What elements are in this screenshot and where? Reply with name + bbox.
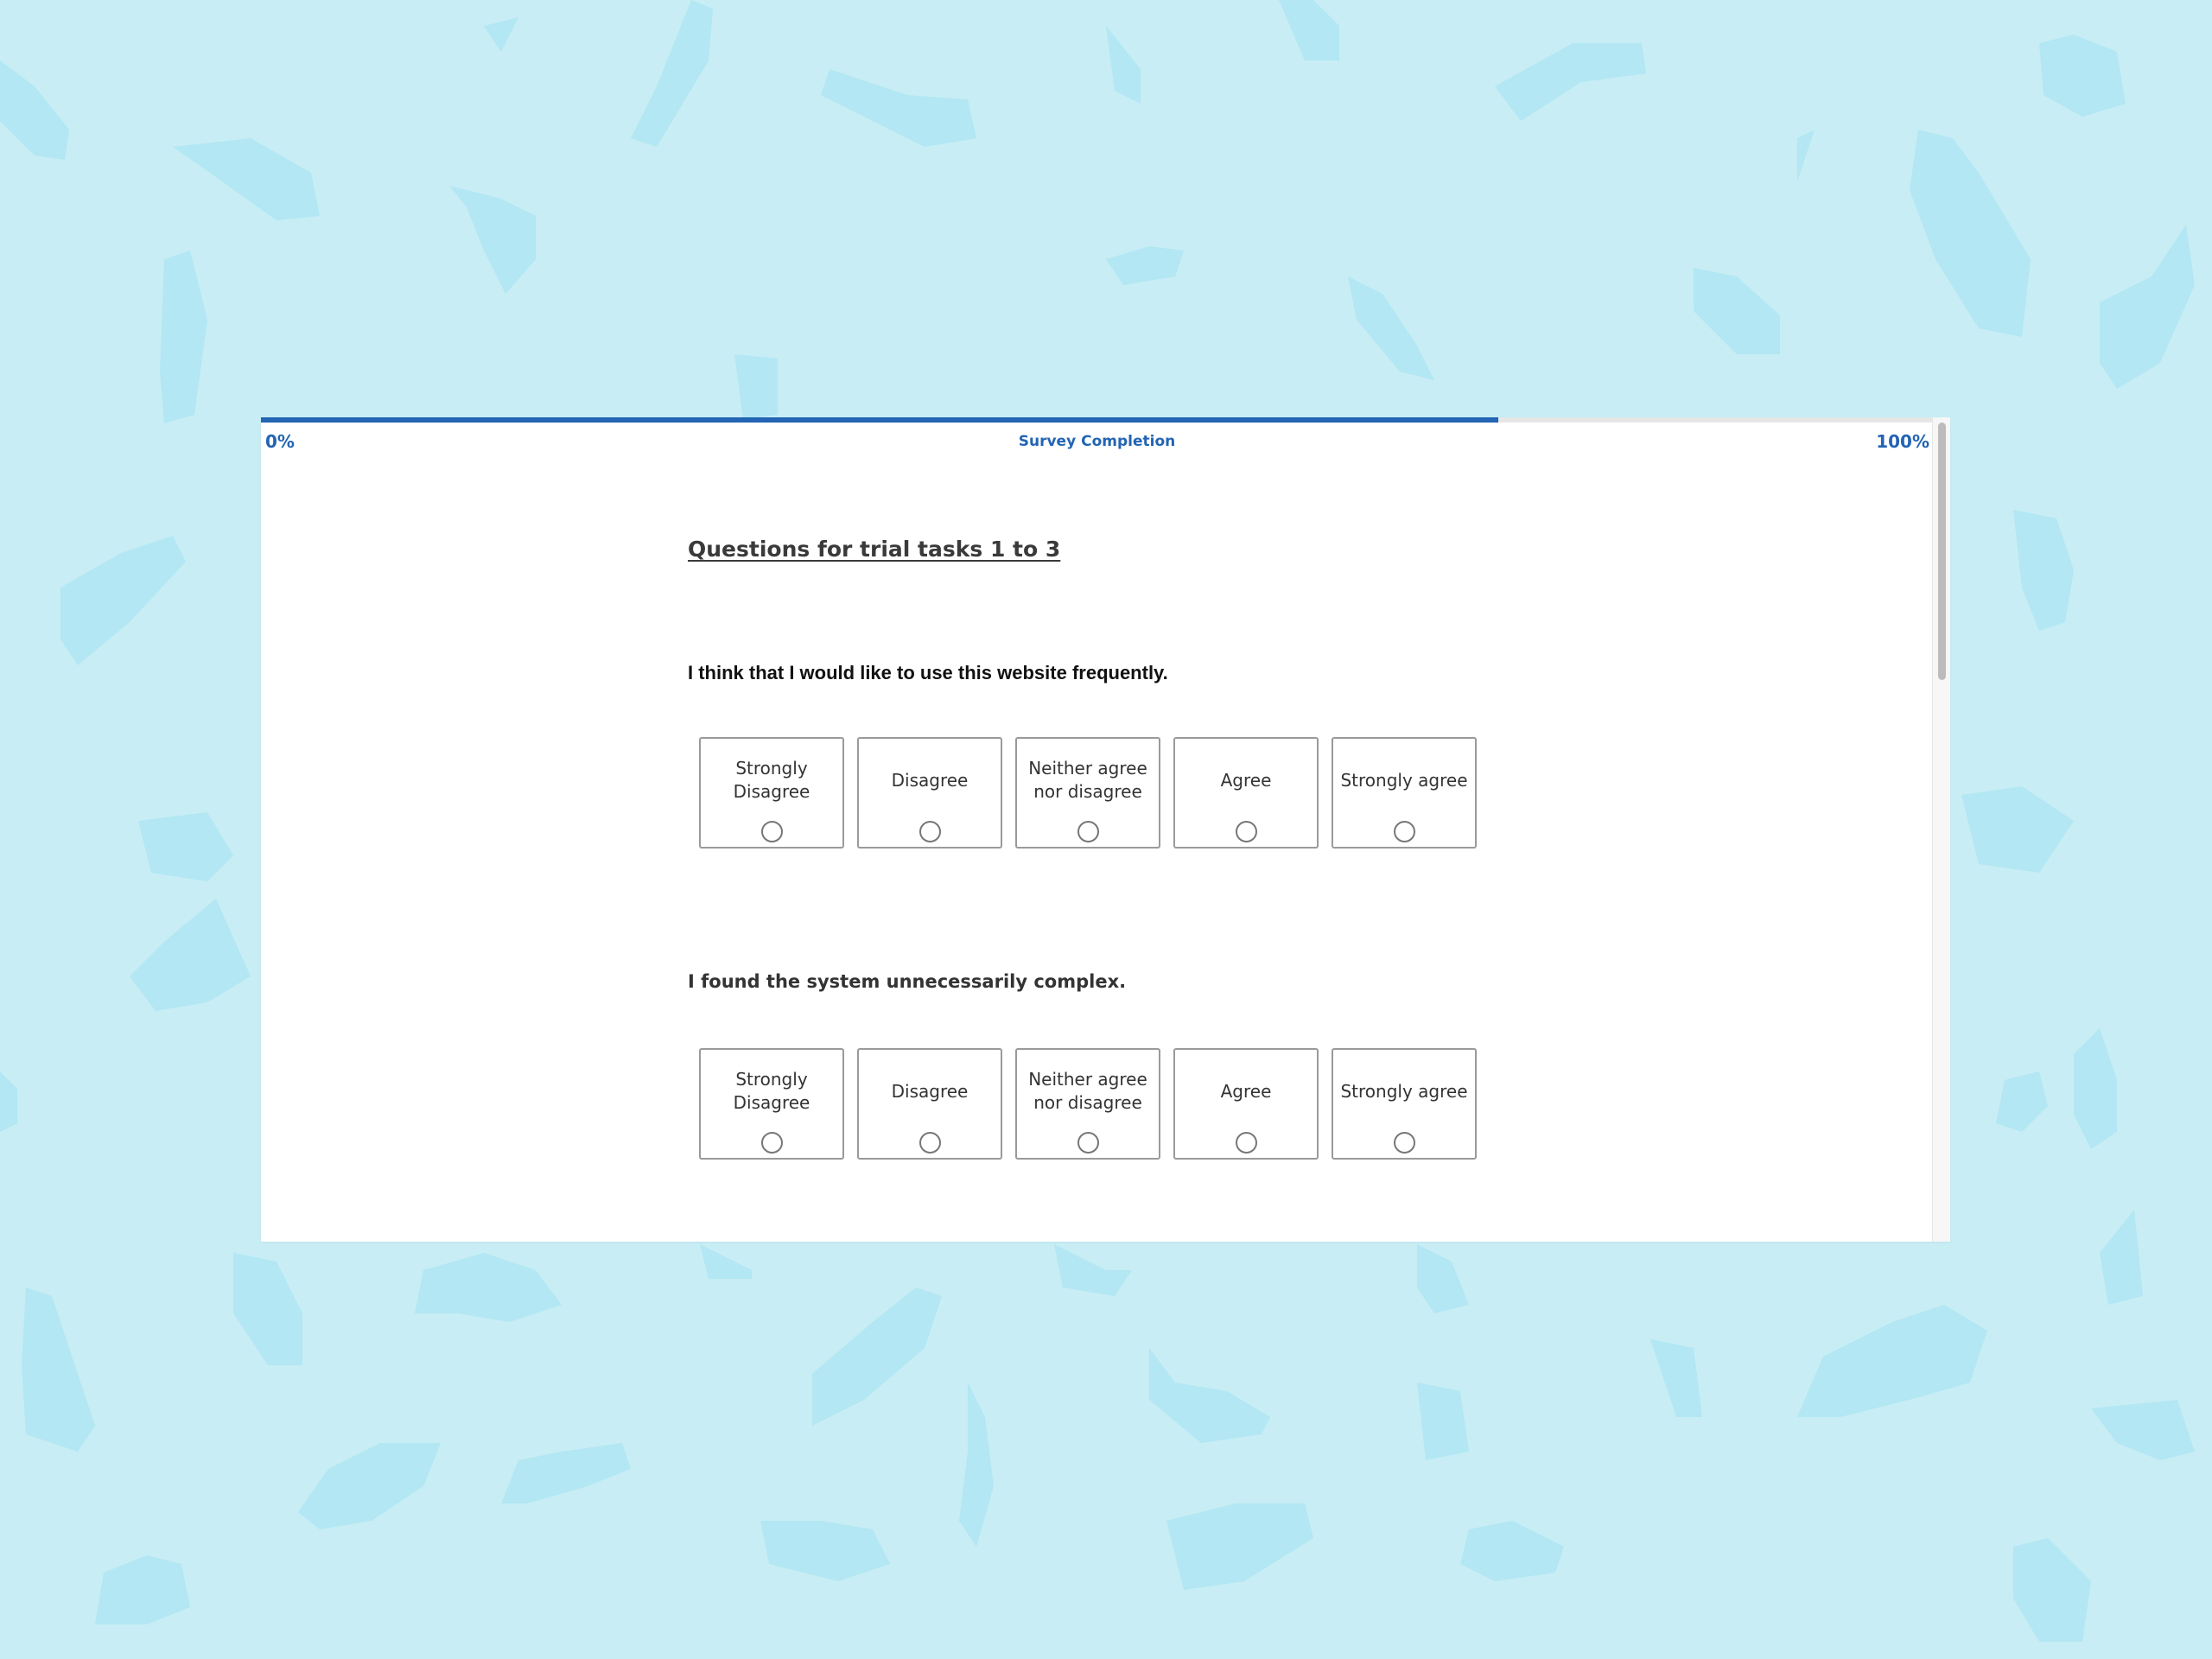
option-agree[interactable]: Agree — [1173, 1048, 1319, 1160]
option-label: Neither agree nor disagree — [1028, 1069, 1147, 1113]
question-1-text: I think that I would like to use this we… — [688, 662, 1168, 683]
radio-button[interactable] — [919, 821, 941, 842]
radio-button[interactable] — [761, 1132, 783, 1154]
radio-button[interactable] — [919, 1132, 941, 1154]
radio-button[interactable] — [1394, 821, 1415, 842]
option-label: Agree — [1220, 1080, 1272, 1102]
option-label: Strongly agree — [1340, 1080, 1468, 1102]
progress-max-label: 100% — [1876, 431, 1929, 452]
radio-button[interactable] — [1077, 1132, 1099, 1154]
scrollbar[interactable] — [1932, 417, 1950, 1242]
option-agree[interactable]: Agree — [1173, 737, 1319, 849]
progress-bar — [261, 417, 1933, 423]
question-1-scale: Strongly Disagree Disagree Neither agree… — [699, 737, 1490, 849]
radio-button[interactable] — [1077, 821, 1099, 842]
radio-button[interactable] — [1236, 1132, 1257, 1154]
option-neither[interactable]: Neither agree nor disagree — [1015, 1048, 1160, 1160]
radio-button[interactable] — [761, 821, 783, 842]
option-label: Neither agree nor disagree — [1028, 758, 1147, 802]
option-label: Agree — [1220, 769, 1272, 791]
scrollbar-thumb[interactable] — [1938, 423, 1946, 680]
radio-button[interactable] — [1236, 821, 1257, 842]
radio-button[interactable] — [1394, 1132, 1415, 1154]
option-label: Disagree — [891, 1080, 969, 1102]
progress-title: Survey Completion — [1018, 433, 1176, 450]
option-strongly-disagree[interactable]: Strongly Disagree — [699, 1048, 844, 1160]
question-2-scale: Strongly Disagree Disagree Neither agree… — [699, 1048, 1490, 1160]
option-label: Disagree — [891, 769, 969, 791]
option-strongly-agree[interactable]: Strongly agree — [1332, 1048, 1477, 1160]
option-neither[interactable]: Neither agree nor disagree — [1015, 737, 1160, 849]
option-strongly-agree[interactable]: Strongly agree — [1332, 737, 1477, 849]
survey-window: 0% Survey Completion 100% Questions for … — [261, 417, 1950, 1242]
option-label: Strongly Disagree — [733, 758, 810, 802]
page-title: Questions for trial tasks 1 to 3 — [688, 537, 1061, 562]
option-label: Strongly agree — [1340, 769, 1468, 791]
question-2-text: I found the system unnecessarily complex… — [688, 971, 1127, 992]
option-disagree[interactable]: Disagree — [857, 737, 1002, 849]
option-disagree[interactable]: Disagree — [857, 1048, 1002, 1160]
progress-bar-fill — [261, 417, 1498, 423]
option-label: Strongly Disagree — [733, 1069, 810, 1113]
option-strongly-disagree[interactable]: Strongly Disagree — [699, 737, 844, 849]
